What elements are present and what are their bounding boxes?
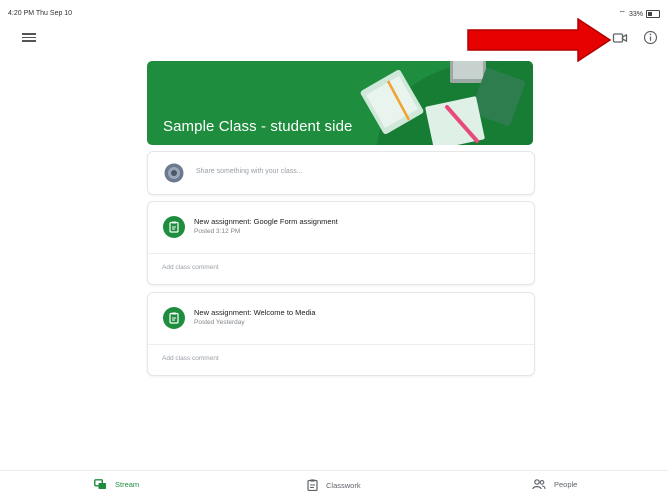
stream-icon <box>94 479 106 489</box>
assignment-icon <box>163 307 185 329</box>
stream-post-card: New assignment: Welcome to Media Posted … <box>147 292 535 376</box>
share-with-class-card[interactable]: Share something with your class... <box>147 151 535 195</box>
battery-icon <box>646 10 660 18</box>
hamburger-menu-icon[interactable] <box>22 31 36 43</box>
post-title: New assignment: Google Form assignment <box>194 217 338 226</box>
add-class-comment-input[interactable]: Add class comment <box>162 264 219 271</box>
wifi-icon: ⌔ <box>618 9 626 18</box>
avatar <box>164 163 184 183</box>
nav-people[interactable]: People <box>532 479 577 490</box>
nav-classwork[interactable]: Classwork <box>307 479 361 491</box>
post-title: New assignment: Welcome to Media <box>194 308 316 317</box>
info-circle-icon[interactable] <box>643 30 658 45</box>
post-timestamp: Posted 3:12 PM <box>194 228 241 235</box>
add-class-comment-input[interactable]: Add class comment <box>162 355 219 362</box>
class-banner[interactable]: Sample Class - student side <box>147 61 533 145</box>
nav-classwork-label: Classwork <box>326 480 361 490</box>
bottom-navigation: Stream Classwork People <box>0 470 668 495</box>
nav-stream[interactable]: Stream <box>94 479 139 490</box>
stream-post-card: New assignment: Google Form assignment P… <box>147 201 535 285</box>
divider <box>148 344 534 345</box>
share-placeholder[interactable]: Share something with your class... <box>196 168 303 175</box>
class-title: Sample Class - student side <box>163 118 353 135</box>
post-header[interactable]: New assignment: Welcome to Media Posted … <box>148 293 534 343</box>
red-arrow-annotation <box>467 18 612 62</box>
nav-stream-label: Stream <box>115 480 140 489</box>
people-icon <box>532 479 546 490</box>
post-header[interactable]: New assignment: Google Form assignment P… <box>148 202 534 252</box>
nav-people-label: People <box>554 480 578 489</box>
status-indicators: ⌔ 33% <box>618 9 660 19</box>
assignment-icon <box>163 216 185 238</box>
classwork-icon <box>307 479 318 491</box>
classroom-stream-page: 4:20 PM Thu Sep 10 ⌔ 33% Sample Class - … <box>0 0 668 495</box>
video-camera-icon[interactable] <box>612 31 628 45</box>
post-timestamp: Posted Yesterday <box>194 319 245 326</box>
battery-percent: 33% <box>628 10 643 18</box>
status-time: 4:20 PM Thu Sep 10 <box>8 10 73 17</box>
divider <box>148 253 534 254</box>
